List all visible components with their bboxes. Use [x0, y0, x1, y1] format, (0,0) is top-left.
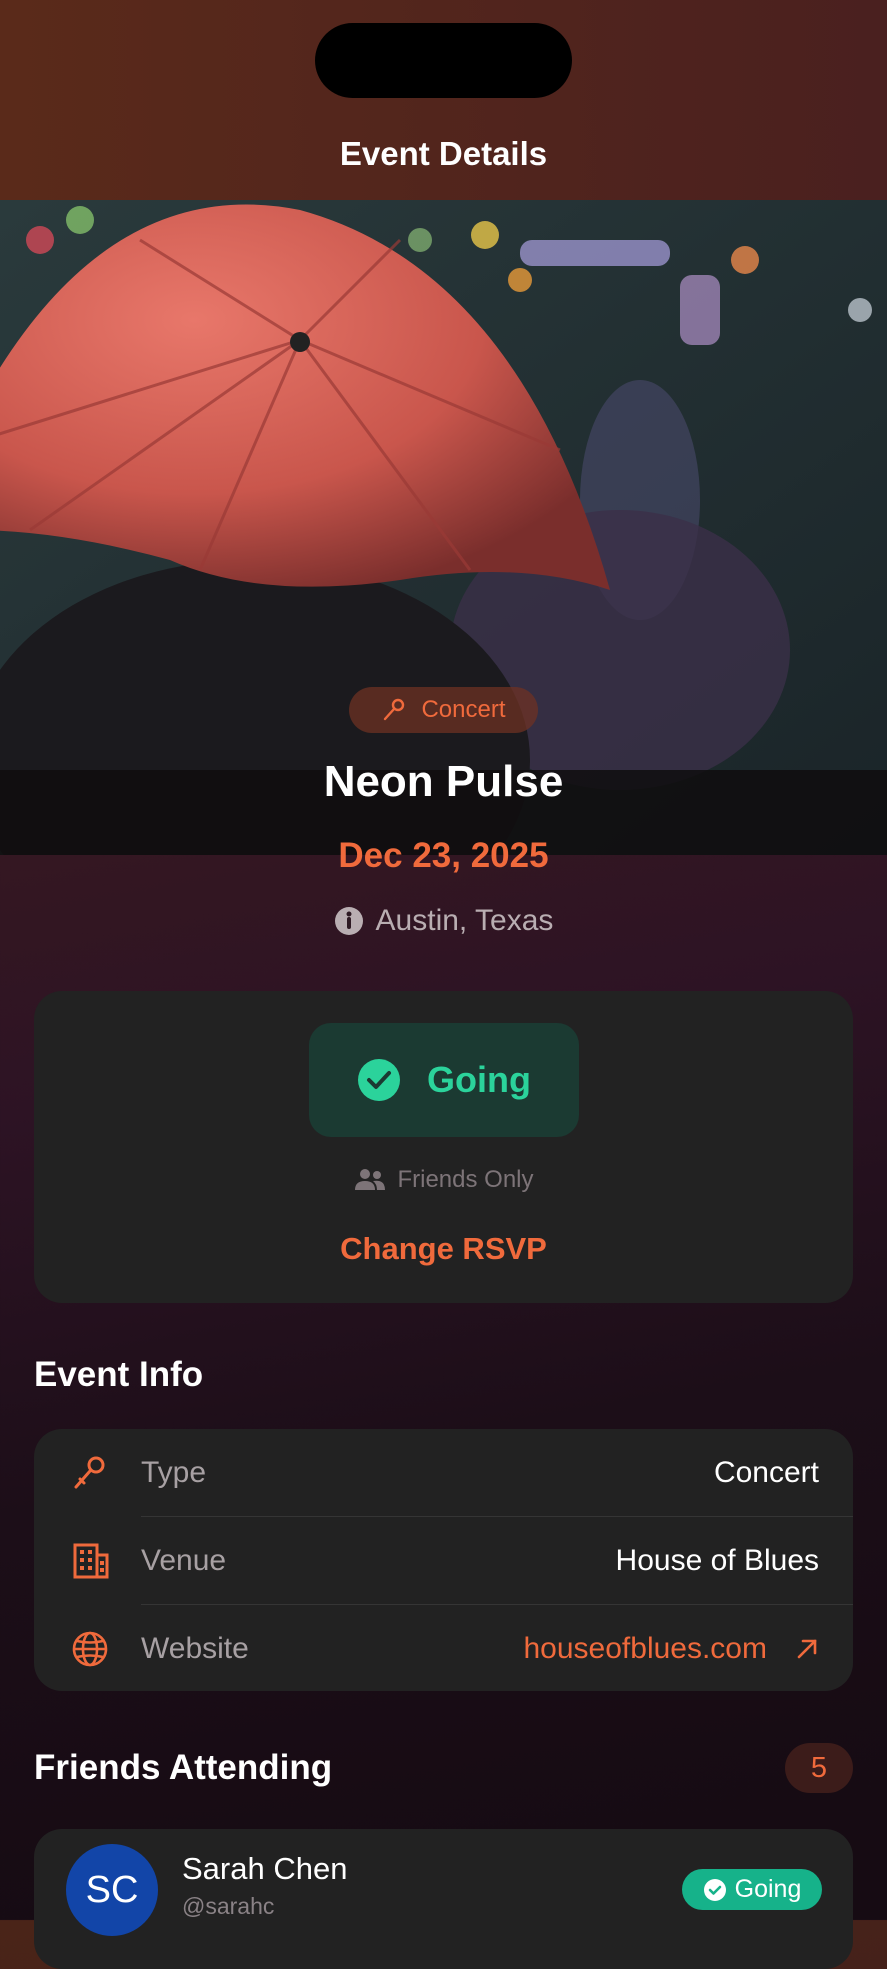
location-label: Austin, Texas	[375, 904, 554, 937]
rsvp-status-button[interactable]: Going	[309, 1023, 579, 1137]
friends-count-badge: 5	[785, 1743, 853, 1793]
microphone-icon	[74, 1456, 105, 1489]
rsvp-visibility: Friends Only	[34, 1166, 853, 1194]
friend-handle: @sarahc	[182, 1893, 275, 1919]
location-pin-icon	[334, 907, 363, 935]
change-rsvp-button[interactable]: Change RSVP	[34, 1231, 853, 1267]
rsvp-status-label: Going	[427, 1059, 531, 1100]
friend-name: Sarah Chen	[182, 1851, 348, 1886]
info-label-type: Type	[141, 1455, 207, 1489]
info-label-venue: Venue	[141, 1543, 227, 1577]
rsvp-card: Going Friends Only Change RSVP	[34, 991, 853, 1303]
building-icon	[73, 1543, 109, 1579]
website-link-label: houseofblues.com	[523, 1631, 768, 1665]
friends-attending-heading: Friends Attending	[34, 1748, 333, 1787]
event-date: Dec 23, 2025	[338, 836, 549, 875]
page-title: Event Details	[339, 135, 548, 172]
dynamic-island	[315, 23, 572, 98]
category-pill: Concert	[349, 687, 538, 733]
event-title: Neon Pulse	[323, 757, 564, 806]
friends-list-card: SC Sarah Chen @sarahc Going	[34, 1829, 853, 1969]
info-row-website[interactable]: Website houseofblues.com	[34, 1605, 853, 1692]
avatar: SC	[66, 1844, 158, 1936]
friend-status-label: Going	[734, 1875, 802, 1903]
event-location: Austin, Texas	[0, 904, 887, 938]
info-value-type: Concert	[713, 1455, 819, 1489]
info-row-type: Type Concert	[34, 1429, 853, 1516]
info-row-venue: Venue House of Blues	[34, 1517, 853, 1604]
friend-status-badge: Going	[682, 1869, 822, 1910]
microphone-icon	[384, 698, 405, 721]
info-value-venue: House of Blues	[615, 1543, 819, 1577]
event-info-heading: Event Info	[34, 1355, 204, 1394]
checkmark-circle-icon	[358, 1059, 400, 1101]
people-icon	[355, 1169, 386, 1190]
website-link[interactable]: houseofblues.com	[524, 1632, 820, 1666]
top-bar: Event Details	[0, 0, 887, 200]
external-link-arrow-icon	[797, 1639, 817, 1658]
visibility-label: Friends Only	[397, 1166, 534, 1193]
checkmark-circle-icon	[703, 1878, 726, 1901]
category-label: Concert	[421, 696, 506, 723]
info-label-website: Website	[141, 1631, 249, 1665]
event-info-card: Type Concert Venue House of Blues Websit…	[34, 1429, 853, 1691]
globe-icon	[72, 1631, 108, 1667]
